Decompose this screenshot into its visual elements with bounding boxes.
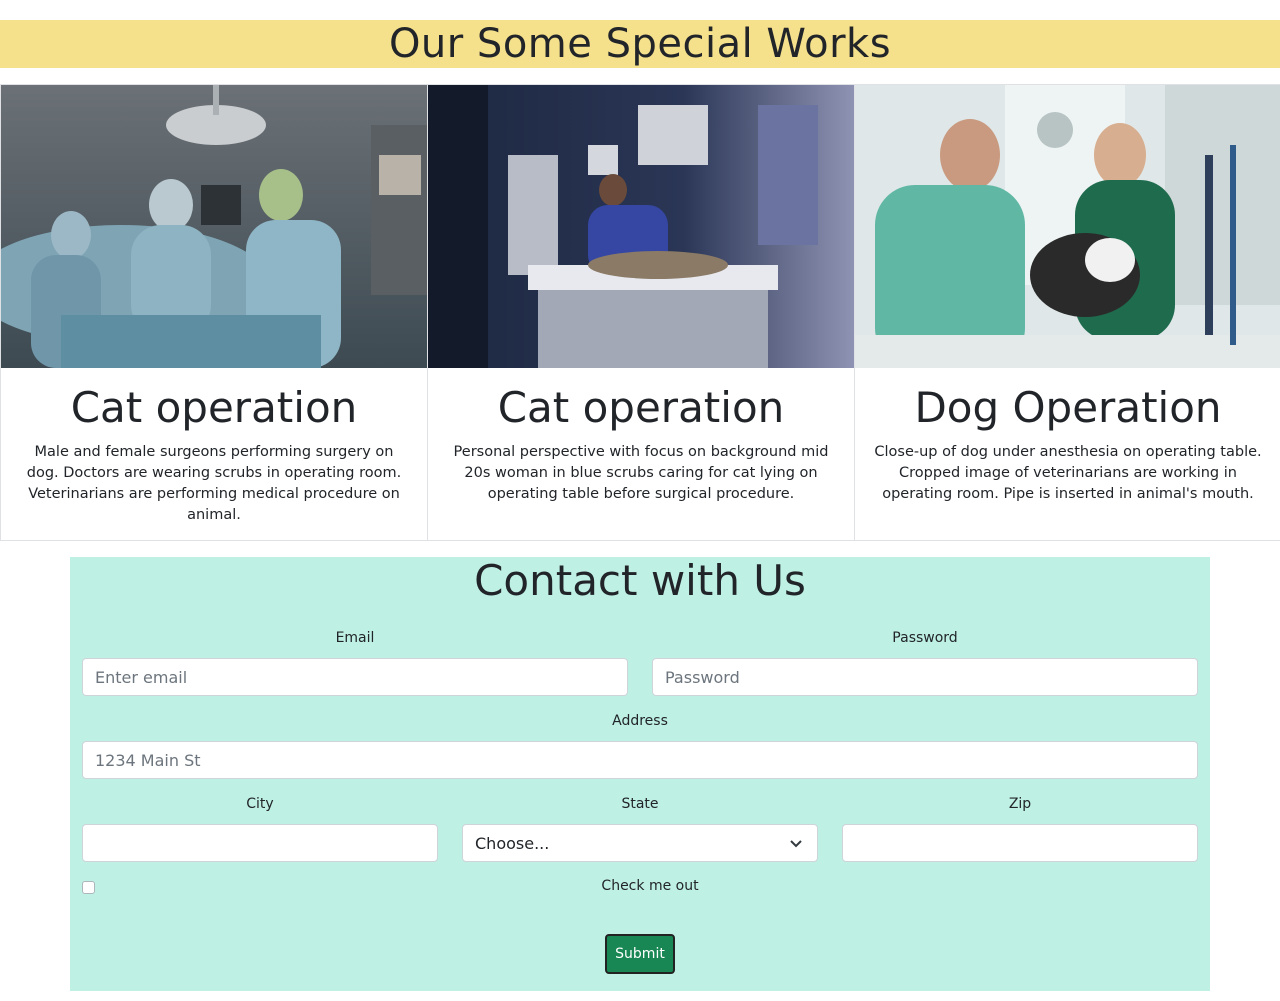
zip-label: Zip xyxy=(1008,796,1032,812)
card-title: Cat operation xyxy=(70,383,358,432)
works-cards: Cat operation Male and female surgeons p… xyxy=(0,84,1280,541)
card-title: Dog Operation xyxy=(914,383,1222,432)
zip-input[interactable] xyxy=(842,824,1198,862)
contact-section: Contact with Us Email Password Address C… xyxy=(70,557,1210,991)
work-card: Cat operation Personal perspective with … xyxy=(427,84,854,541)
works-banner: Our Some Special Works xyxy=(0,20,1280,68)
address-label: Address xyxy=(612,713,668,729)
state-selected-value: Choose... xyxy=(475,833,550,853)
card-title: Cat operation xyxy=(497,383,785,432)
submit-button[interactable]: Submit xyxy=(605,934,675,974)
card-body: Dog Operation Close-up of dog under anes… xyxy=(855,368,1280,505)
card-text: Close-up of dog under anesthesia on oper… xyxy=(874,444,1262,502)
contact-heading: Contact with Us xyxy=(474,556,806,605)
dog-operation-photo xyxy=(855,85,1280,368)
card-text: Personal perspective with focus on backg… xyxy=(453,444,829,502)
password-input[interactable] xyxy=(652,658,1198,696)
works-heading: Our Some Special Works xyxy=(388,21,892,67)
check-me-out-checkbox[interactable] xyxy=(82,881,95,894)
city-label: City xyxy=(246,796,274,812)
email-input[interactable] xyxy=(82,658,628,696)
card-text: Male and female surgeons performing surg… xyxy=(26,444,402,523)
surgery-photo xyxy=(1,85,427,368)
state-select[interactable]: Choose... xyxy=(462,824,818,862)
email-label: Email xyxy=(335,630,375,646)
vet-cat-photo xyxy=(428,85,854,368)
card-body: Cat operation Personal perspective with … xyxy=(428,368,854,505)
work-card: Cat operation Male and female surgeons p… xyxy=(0,84,427,541)
work-card: Dog Operation Close-up of dog under anes… xyxy=(854,84,1280,541)
address-input[interactable] xyxy=(82,741,1198,779)
checkbox-label: Check me out xyxy=(601,878,699,894)
city-input[interactable] xyxy=(82,824,438,862)
chevron-down-icon xyxy=(790,840,802,848)
password-label: Password xyxy=(892,630,958,646)
state-label: State xyxy=(621,796,659,812)
card-body: Cat operation Male and female surgeons p… xyxy=(1,368,427,526)
